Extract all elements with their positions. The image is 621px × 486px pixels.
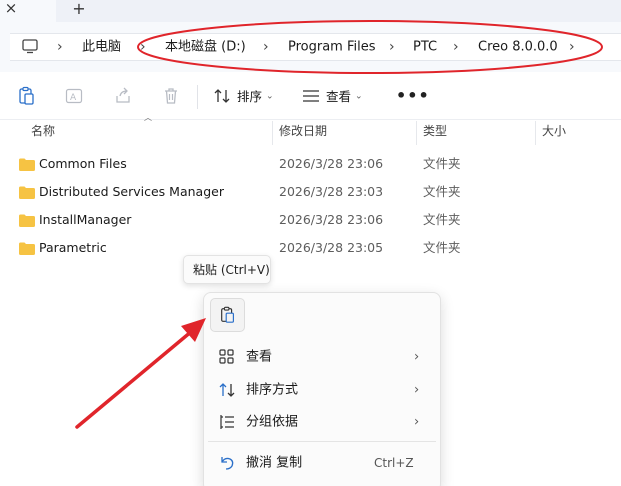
file-type: 文件夹 (423, 155, 461, 171)
view-button[interactable]: 查看 (326, 90, 351, 104)
file-name: InstallManager (39, 211, 132, 227)
folder-icon (19, 214, 35, 227)
group-by-icon (220, 415, 234, 429)
file-modified: 2026/3/28 23:05 (279, 239, 384, 255)
toolbar-divider (197, 85, 198, 109)
folder-icon (19, 158, 35, 171)
grid-view-icon (219, 349, 234, 364)
chevron-right-icon: › (414, 382, 420, 398)
folder-icon (19, 186, 35, 199)
share-icon[interactable] (113, 86, 133, 106)
sort-ascending-icon: ︿ (144, 113, 152, 122)
menu-item-group-by[interactable]: 分组依据 (246, 416, 298, 429)
rename-icon[interactable]: A (64, 86, 84, 106)
close-tab-icon[interactable]: × (3, 0, 19, 17)
column-header-size[interactable]: 大小 (542, 125, 566, 137)
breadcrumb-separator: › (453, 39, 459, 55)
tab-current[interactable]: × (0, 0, 56, 22)
file-row[interactable]: Parametric 2026/3/28 23:05 文件夹 (0, 234, 621, 262)
svg-text:A: A (70, 93, 77, 103)
file-row[interactable]: Common Files 2026/3/28 23:06 文件夹 (0, 150, 621, 178)
menu-divider (208, 441, 436, 442)
breadcrumb-separator: › (569, 39, 575, 55)
column-divider[interactable] (416, 121, 417, 145)
column-header-modified[interactable]: 修改日期 (279, 125, 327, 137)
breadcrumb-separator: › (57, 39, 63, 55)
chevron-right-icon: › (414, 414, 420, 430)
column-divider[interactable] (535, 121, 536, 145)
tooltip-text: 粘贴 (Ctrl+V) (193, 263, 270, 277)
delete-icon[interactable] (161, 86, 181, 106)
computer-icon[interactable] (22, 39, 38, 54)
paste-tooltip: 粘贴 (Ctrl+V) (183, 255, 271, 284)
file-modified: 2026/3/28 23:03 (279, 183, 384, 199)
breadcrumb-creo[interactable]: Creo 8.0.0.0 (478, 41, 558, 54)
breadcrumb-separator: › (140, 39, 146, 55)
file-row[interactable]: InstallManager 2026/3/28 23:06 文件夹 (0, 206, 621, 234)
breadcrumb-program-files[interactable]: Program Files (288, 41, 376, 54)
file-name: Common Files (39, 155, 127, 171)
paste-icon (221, 306, 234, 323)
paste-button[interactable] (210, 298, 245, 332)
breadcrumb-ptc[interactable]: PTC (413, 41, 437, 54)
menu-item-sort-by[interactable]: 排序方式 (246, 384, 298, 397)
breadcrumb-this-pc[interactable]: 此电脑 (82, 41, 121, 54)
tab-strip: × + (0, 0, 621, 22)
file-type: 文件夹 (423, 239, 461, 255)
file-modified: 2026/3/28 23:06 (279, 211, 384, 227)
sort-button[interactable]: 排序 (237, 90, 262, 104)
file-name: Distributed Services Manager (39, 183, 224, 199)
view-icon[interactable] (301, 86, 321, 106)
column-header-name[interactable]: 名称 (31, 125, 55, 137)
new-tab-icon[interactable]: + (70, 0, 88, 18)
menu-item-undo-copy[interactable]: 撤消 复制 (246, 457, 302, 470)
file-type: 文件夹 (423, 211, 461, 227)
column-header-type[interactable]: 类型 (423, 125, 447, 137)
undo-icon (221, 457, 234, 470)
more-options-icon[interactable]: ••• (396, 88, 430, 104)
breadcrumb-local-disk[interactable]: 本地磁盘 (D:) (165, 41, 246, 54)
breadcrumb-separator: › (263, 39, 269, 55)
chevron-down-icon: ⌄ (266, 91, 274, 102)
paste-icon[interactable] (17, 86, 37, 106)
menu-item-view[interactable]: 查看 (246, 351, 272, 364)
folder-icon (19, 242, 35, 255)
file-type: 文件夹 (423, 183, 461, 199)
sort-icon[interactable] (212, 86, 232, 106)
file-name: Parametric (39, 239, 107, 255)
sort-icon (219, 383, 235, 397)
file-row[interactable]: Distributed Services Manager 2026/3/28 2… (0, 178, 621, 206)
chevron-right-icon: › (414, 349, 420, 365)
breadcrumb-separator: › (389, 39, 395, 55)
file-modified: 2026/3/28 23:06 (279, 155, 384, 171)
chevron-down-icon: ⌄ (355, 91, 363, 102)
column-divider[interactable] (272, 121, 273, 145)
menu-item-shortcut: Ctrl+Z (374, 456, 414, 470)
